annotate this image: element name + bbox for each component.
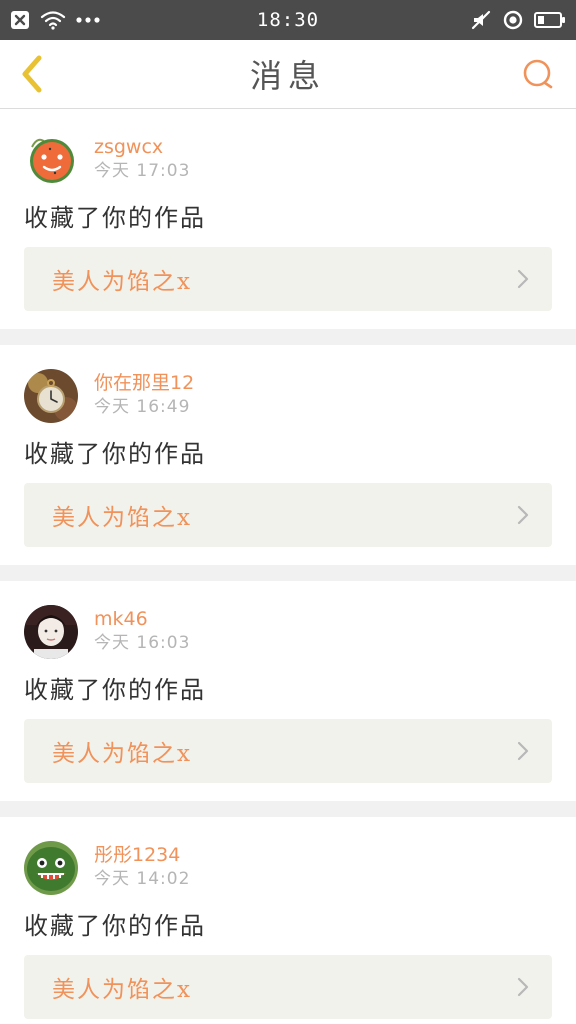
notification-card: zsgwcx 今天 17:03 收藏了你的作品 美人为馅之x xyxy=(0,109,576,329)
chevron-right-icon xyxy=(517,269,529,289)
more-dots-icon xyxy=(76,16,100,24)
status-left xyxy=(10,10,160,30)
status-time: 18:30 xyxy=(256,9,320,31)
work-title: 美人为馅之x xyxy=(52,741,192,767)
card-header: zsgwcx 今天 17:03 xyxy=(24,133,552,189)
card-meta: zsgwcx 今天 17:03 xyxy=(94,133,190,183)
mute-icon xyxy=(470,9,492,31)
chevron-right-icon xyxy=(517,977,529,997)
work-title: 美人为馅之x xyxy=(52,977,192,1003)
chevron-left-icon xyxy=(22,55,42,93)
wifi-icon xyxy=(40,10,66,30)
work-link[interactable]: 美人为馅之x xyxy=(24,955,552,1019)
notification-card: 你在那里12 今天 16:49 收藏了你的作品 美人为馅之x xyxy=(0,345,576,565)
username-link[interactable]: mk46 xyxy=(94,607,190,631)
avatar[interactable] xyxy=(24,841,78,895)
notification-close-icon xyxy=(10,10,30,30)
card-header: 彤彤1234 今天 14:02 xyxy=(24,841,552,897)
notification-card: 彤彤1234 今天 14:02 收藏了你的作品 美人为馅之x xyxy=(0,817,576,1024)
timestamp: 今天 16:49 xyxy=(94,397,191,417)
card-meta: mk46 今天 16:03 xyxy=(94,605,190,655)
action-text: 收藏了你的作品 xyxy=(24,912,206,940)
work-link[interactable]: 美人为馅之x xyxy=(24,719,552,783)
card-header: mk46 今天 16:03 xyxy=(24,605,552,661)
action-text: 收藏了你的作品 xyxy=(24,440,206,468)
username-link[interactable]: 彤彤1234 xyxy=(94,843,190,867)
screen: 18:30 消息 zsgwcx 今天 17:03 收藏了你的作品 美人为馅之x … xyxy=(0,0,576,1024)
timestamp: 今天 16:03 xyxy=(94,633,191,653)
watermelon-avatar-icon xyxy=(24,133,78,187)
chevron-right-icon xyxy=(517,741,529,761)
status-right xyxy=(416,9,566,31)
notification-card: mk46 今天 16:03 收藏了你的作品 美人为馅之x xyxy=(0,581,576,801)
avatar[interactable] xyxy=(24,369,78,423)
battery-icon xyxy=(533,11,566,29)
avatar[interactable] xyxy=(24,133,78,187)
work-link[interactable]: 美人为馅之x xyxy=(24,483,552,547)
timestamp: 今天 17:03 xyxy=(94,161,191,181)
card-meta: 彤彤1234 今天 14:02 xyxy=(94,841,190,891)
action-text: 收藏了你的作品 xyxy=(24,204,206,232)
search-icon xyxy=(523,59,553,89)
avatar[interactable] xyxy=(24,605,78,659)
action-text: 收藏了你的作品 xyxy=(24,676,206,704)
notification-list: zsgwcx 今天 17:03 收藏了你的作品 美人为馅之x 你在那里12 今天… xyxy=(0,109,576,1024)
card-header: 你在那里12 今天 16:49 xyxy=(24,369,552,425)
card-meta: 你在那里12 今天 16:49 xyxy=(94,369,194,419)
search-button[interactable] xyxy=(520,56,556,92)
chevron-right-icon xyxy=(517,505,529,525)
status-bar: 18:30 xyxy=(0,0,576,40)
pocket-watch-avatar-icon xyxy=(24,369,78,423)
back-button[interactable] xyxy=(14,54,50,94)
work-title: 美人为馅之x xyxy=(52,505,192,531)
username-link[interactable]: zsgwcx xyxy=(94,135,190,159)
header: 消息 xyxy=(0,40,576,109)
timestamp: 今天 14:02 xyxy=(94,869,191,889)
location-target-icon xyxy=(502,9,524,31)
work-title: 美人为馅之x xyxy=(52,269,192,295)
username-link[interactable]: 你在那里12 xyxy=(94,371,194,395)
page-title: 消息 xyxy=(249,57,326,95)
watermelon-face-avatar-icon xyxy=(24,841,78,895)
portrait-avatar-icon xyxy=(24,605,78,659)
work-link[interactable]: 美人为馅之x xyxy=(24,247,552,311)
